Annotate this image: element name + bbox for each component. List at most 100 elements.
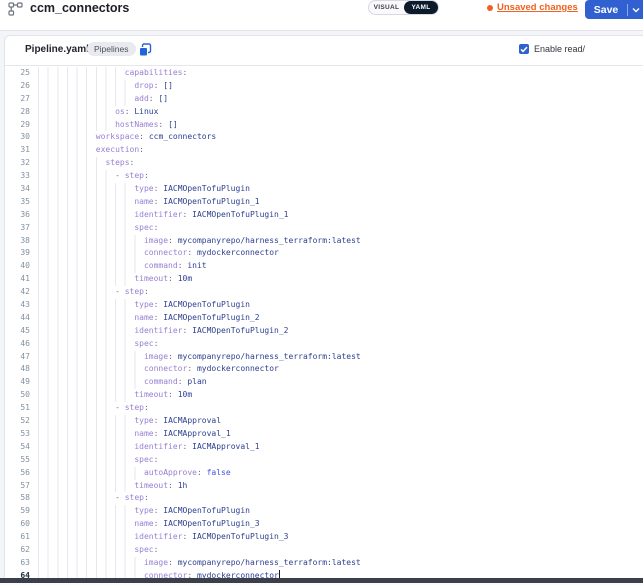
code-text[interactable]: command: plan	[38, 376, 643, 389]
code-text[interactable]: connector: mydockerconnector	[38, 247, 643, 260]
visual-yaml-toggle[interactable]: VISUAL YAML	[368, 0, 439, 15]
code-text[interactable]: steps:	[38, 157, 643, 170]
code-text[interactable]: autoApprove: false	[38, 467, 643, 480]
code-line[interactable]: 45 identifier: IACMOpenTofuPlugin_2	[5, 325, 643, 338]
code-line[interactable]: 36 identifier: IACMOpenTofuPlugin_1	[5, 209, 643, 222]
code-line[interactable]: 48 connector: mydockerconnector	[5, 363, 643, 376]
code-line[interactable]: 35 name: IACMOpenTofuPlugin_1	[5, 196, 643, 209]
code-line[interactable]: 49 command: plan	[5, 376, 643, 389]
line-number: 55	[5, 454, 30, 467]
save-button[interactable]: Save	[585, 0, 643, 19]
code-text[interactable]: spec:	[38, 544, 643, 557]
code-line[interactable]: 61 identifier: IACMOpenTofuPlugin_3	[5, 531, 643, 544]
code-text[interactable]: type: IACMOpenTofuPlugin	[38, 299, 643, 312]
code-line[interactable]: 62 spec:	[5, 544, 643, 557]
line-number: 52	[5, 415, 30, 428]
code-line[interactable]: 26 drop: []	[5, 80, 643, 93]
code-text[interactable]: identifier: IACMOpenTofuPlugin_3	[38, 531, 643, 544]
code-line[interactable]: 39 connector: mydockerconnector	[5, 247, 643, 260]
code-line[interactable]: 56 autoApprove: false	[5, 467, 643, 480]
code-line[interactable]: 30 workspace: ccm_connectors	[5, 131, 643, 144]
unsaved-changes-label[interactable]: Unsaved changes	[497, 2, 578, 13]
code-text[interactable]: spec:	[38, 338, 643, 351]
code-line[interactable]: 42 - step:	[5, 286, 643, 299]
code-line[interactable]: 31 execution:	[5, 144, 643, 157]
code-line[interactable]: 47 image: mycompanyrepo/harness_terrafor…	[5, 351, 643, 364]
code-text[interactable]: name: IACMOpenTofuPlugin_3	[38, 518, 643, 531]
code-text[interactable]: type: IACMApproval	[38, 415, 643, 428]
code-text[interactable]: timeout: 1h	[38, 480, 643, 493]
code-line[interactable]: 27 add: []	[5, 93, 643, 106]
code-line[interactable]: 55 spec:	[5, 454, 643, 467]
code-line[interactable]: 54 identifier: IACMApproval_1	[5, 441, 643, 454]
code-line[interactable]: 41 timeout: 10m	[5, 273, 643, 286]
code-text[interactable]: image: mycompanyrepo/harness_terraform:l…	[38, 351, 643, 364]
copy-icon[interactable]	[138, 43, 152, 57]
code-text[interactable]: type: IACMOpenTofuPlugin	[38, 505, 643, 518]
code-text[interactable]: - step:	[38, 170, 643, 183]
unsaved-changes-link[interactable]: Unsaved changes	[487, 2, 578, 13]
code-line[interactable]: 60 name: IACMOpenTofuPlugin_3	[5, 518, 643, 531]
chevron-down-icon[interactable]	[628, 7, 643, 13]
code-line[interactable]: 59 type: IACMOpenTofuPlugin	[5, 505, 643, 518]
code-text[interactable]: - step:	[38, 492, 643, 505]
code-text[interactable]: timeout: 10m	[38, 273, 643, 286]
line-number: 27	[5, 93, 30, 106]
code-line[interactable]: 37 spec:	[5, 222, 643, 235]
code-text[interactable]: hostNames: []	[38, 119, 643, 132]
code-text[interactable]: type: IACMOpenTofuPlugin	[38, 183, 643, 196]
code-text[interactable]: os: Linux	[38, 106, 643, 119]
code-line[interactable]: 40 command: init	[5, 260, 643, 273]
code-text[interactable]: connector: mydockerconnector	[38, 363, 643, 376]
enable-read-checkbox-group[interactable]: Enable read/	[519, 44, 585, 54]
line-number: 26	[5, 80, 30, 93]
line-number: 62	[5, 544, 30, 557]
editor-tabbar: Pipeline.yaml Pipelines Enable read/	[5, 36, 643, 66]
code-line[interactable]: 44 name: IACMOpenTofuPlugin_2	[5, 312, 643, 325]
code-text[interactable]: spec:	[38, 222, 643, 235]
code-line[interactable]: 46 spec:	[5, 338, 643, 351]
code-line[interactable]: 33 - step:	[5, 170, 643, 183]
code-text[interactable]: image: mycompanyrepo/harness_terraform:l…	[38, 235, 643, 248]
code-text[interactable]: add: []	[38, 93, 643, 106]
checkbox-checked-icon[interactable]	[519, 44, 529, 54]
code-line[interactable]: 32 steps:	[5, 157, 643, 170]
code-text[interactable]: execution:	[38, 144, 643, 157]
save-button-label[interactable]: Save	[585, 4, 627, 16]
code-line[interactable]: 25 capabilities:	[5, 67, 643, 80]
line-number: 53	[5, 428, 30, 441]
code-text[interactable]: identifier: IACMApproval_1	[38, 441, 643, 454]
code-line[interactable]: 57 timeout: 1h	[5, 480, 643, 493]
code-line[interactable]: 34 type: IACMOpenTofuPlugin	[5, 183, 643, 196]
code-text[interactable]: name: IACMApproval_1	[38, 428, 643, 441]
code-text[interactable]: capabilities:	[38, 67, 643, 80]
code-text[interactable]: name: IACMOpenTofuPlugin_2	[38, 312, 643, 325]
code-rows: 25 capabilities:26 drop: []27 add: []28 …	[5, 67, 643, 583]
code-line[interactable]: 50 timeout: 10m	[5, 389, 643, 402]
code-text[interactable]: drop: []	[38, 80, 643, 93]
code-text[interactable]: spec:	[38, 454, 643, 467]
code-line[interactable]: 58 - step:	[5, 492, 643, 505]
code-line[interactable]: 29 hostNames: []	[5, 119, 643, 132]
code-line[interactable]: 28 os: Linux	[5, 106, 643, 119]
toggle-yaml-option[interactable]: YAML	[404, 1, 438, 14]
code-text[interactable]: workspace: ccm_connectors	[38, 131, 643, 144]
code-text[interactable]: image: mycompanyrepo/harness_terraform:l…	[38, 557, 643, 570]
code-line[interactable]: 52 type: IACMApproval	[5, 415, 643, 428]
toggle-visual-option[interactable]: VISUAL	[369, 4, 404, 11]
line-number: 51	[5, 402, 30, 415]
yaml-code-editor[interactable]: 25 capabilities:26 drop: []27 add: []28 …	[5, 65, 643, 584]
code-text[interactable]: name: IACMOpenTofuPlugin_1	[38, 196, 643, 209]
code-text[interactable]: identifier: IACMOpenTofuPlugin_2	[38, 325, 643, 338]
code-line[interactable]: 43 type: IACMOpenTofuPlugin	[5, 299, 643, 312]
code-text[interactable]: command: init	[38, 260, 643, 273]
code-text[interactable]: timeout: 10m	[38, 389, 643, 402]
code-line[interactable]: 51 - step:	[5, 402, 643, 415]
code-line[interactable]: 38 image: mycompanyrepo/harness_terrafor…	[5, 235, 643, 248]
code-line[interactable]: 53 name: IACMApproval_1	[5, 428, 643, 441]
code-text[interactable]: identifier: IACMOpenTofuPlugin_1	[38, 209, 643, 222]
code-text[interactable]: - step:	[38, 402, 643, 415]
code-text[interactable]: - step:	[38, 286, 643, 299]
code-line[interactable]: 63 image: mycompanyrepo/harness_terrafor…	[5, 557, 643, 570]
line-number: 36	[5, 209, 30, 222]
